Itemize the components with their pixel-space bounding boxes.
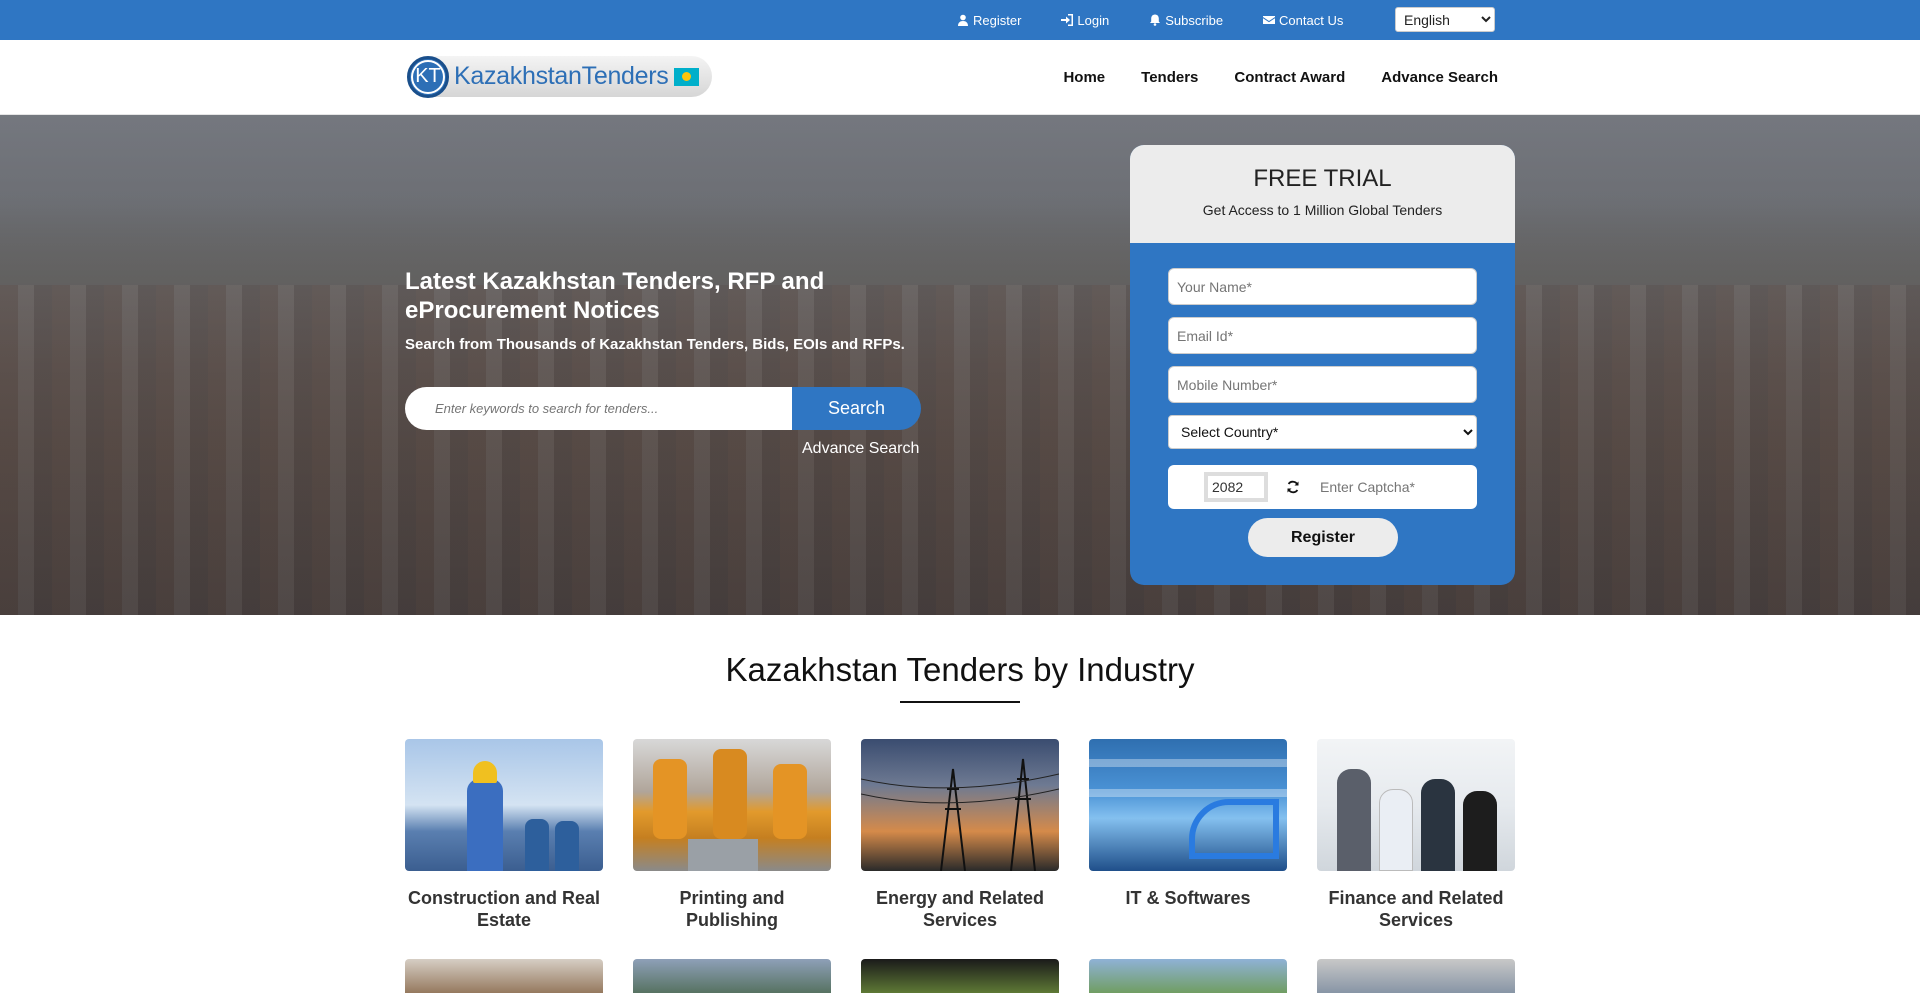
nav-contract-award[interactable]: Contract Award xyxy=(1234,69,1345,86)
top-links: Register Login Subscribe Contact Us xyxy=(957,0,1383,40)
site-logo[interactable]: KT KazakhstanTenders xyxy=(407,55,712,98)
industry-card-row2-3[interactable] xyxy=(861,959,1059,993)
construction-image xyxy=(405,739,603,871)
industry-card-label: Energy and Related Services xyxy=(875,888,1045,930)
bell-icon xyxy=(1150,14,1161,26)
register-button[interactable]: Register xyxy=(1248,518,1398,557)
industry-card-row2-4[interactable] xyxy=(1089,959,1287,993)
tender-search: Search xyxy=(405,387,921,430)
industry-card-row2-2[interactable] xyxy=(633,959,831,993)
industry-card-label: IT & Softwares xyxy=(1125,888,1251,908)
logo-name: KazakhstanTenders xyxy=(454,62,669,90)
robot-arm-shape-3 xyxy=(773,764,807,839)
person-figure xyxy=(1337,769,1371,871)
industry-card-image xyxy=(861,959,1059,993)
robot-arm-shape xyxy=(653,759,687,839)
free-trial-header: FREE TRIAL Get Access to 1 Million Globa… xyxy=(1130,145,1515,243)
advance-search-link[interactable]: Advance Search xyxy=(802,440,919,458)
mobile-field[interactable] xyxy=(1168,366,1477,403)
login-link-label: Login xyxy=(1077,12,1110,28)
user-icon xyxy=(958,14,968,26)
industry-card-image xyxy=(1317,959,1515,993)
hero-background-city xyxy=(0,285,1920,615)
captcha-input[interactable] xyxy=(1320,479,1450,495)
hero-title: Latest Kazakhstan Tenders, RFP and eProc… xyxy=(405,268,825,324)
industry-card-image xyxy=(405,959,603,993)
hero-background-hills xyxy=(0,195,1920,285)
contact-us-link[interactable]: Contact Us xyxy=(1263,13,1343,28)
country-select[interactable]: Select Country* xyxy=(1168,415,1477,449)
captcha-row: 2082 xyxy=(1168,465,1477,509)
worker-figure xyxy=(467,779,503,871)
power-pylons-shape xyxy=(861,758,1059,871)
subscribe-link-label: Subscribe xyxy=(1165,12,1224,28)
industry-card-label: Finance and Related Services xyxy=(1328,888,1504,930)
industry-heading: Kazakhstan Tenders by Industry xyxy=(0,651,1920,689)
captcha-code: 2082 xyxy=(1204,472,1268,502)
industry-card-printing[interactable]: Printing and Publishing xyxy=(633,739,831,931)
login-link[interactable]: Login xyxy=(1061,13,1109,28)
cable-shape xyxy=(1189,799,1279,859)
top-bar: Register Login Subscribe Contact Us Engl… xyxy=(0,0,1920,40)
switch-row xyxy=(1089,759,1287,767)
email-field[interactable] xyxy=(1168,317,1477,354)
refresh-icon[interactable] xyxy=(1286,480,1300,494)
envelope-icon xyxy=(1263,16,1276,24)
name-field[interactable] xyxy=(1168,268,1477,305)
industry-card-energy[interactable]: Energy and Related Services xyxy=(861,739,1059,931)
switch-row-2 xyxy=(1089,789,1287,797)
free-trial-title: FREE TRIAL xyxy=(1253,165,1392,192)
worker-figure-3 xyxy=(555,821,579,871)
worker-figure-2 xyxy=(525,819,549,871)
industry-card-label: Construction and Real Estate xyxy=(407,888,600,930)
contact-us-link-label: Contact Us xyxy=(1279,12,1344,28)
free-trial-subtitle: Get Access to 1 Million Global Tenders xyxy=(1202,202,1443,218)
person-figure-2 xyxy=(1379,789,1413,871)
industry-card-image xyxy=(633,959,831,993)
it-image xyxy=(1089,739,1287,871)
nav-home[interactable]: Home xyxy=(1063,69,1105,86)
industry-card-label: Printing and Publishing xyxy=(679,888,785,930)
search-button[interactable]: Search xyxy=(792,387,921,430)
kazakhstan-flag-icon xyxy=(674,67,700,86)
industry-card-row2-5[interactable] xyxy=(1317,959,1515,993)
person-figure-3 xyxy=(1421,779,1455,871)
industry-card-it[interactable]: IT & Softwares xyxy=(1089,739,1287,909)
site-header: KT KazakhstanTenders xyxy=(0,40,1920,115)
robot-arm-shape-2 xyxy=(713,749,747,839)
language-select[interactable]: English xyxy=(1395,7,1495,32)
hard-hat-shape xyxy=(473,761,497,783)
industry-card-image xyxy=(1089,959,1287,993)
search-input[interactable] xyxy=(405,387,792,430)
industry-card-row2-1[interactable] xyxy=(405,959,603,993)
industry-card-finance[interactable]: Finance and Related Services xyxy=(1317,739,1515,931)
main-nav: Home Tenders Contract Award Advance Sear… xyxy=(1027,40,1498,115)
logo-monogram-text: KT xyxy=(411,59,445,94)
printing-image xyxy=(633,739,831,871)
logo-monogram: KT xyxy=(407,55,449,98)
hero-subtitle: Search from Thousands of Kazakhstan Tend… xyxy=(405,336,905,353)
nav-tenders[interactable]: Tenders xyxy=(1141,69,1198,86)
free-trial-form: FREE TRIAL Get Access to 1 Million Globa… xyxy=(1130,145,1515,585)
heading-underline xyxy=(900,701,1020,703)
nav-advance-search[interactable]: Advance Search xyxy=(1381,69,1498,86)
sign-in-icon xyxy=(1061,14,1074,26)
finance-image xyxy=(1317,739,1515,871)
hero-banner: Latest Kazakhstan Tenders, RFP and eProc… xyxy=(0,115,1920,615)
register-link[interactable]: Register xyxy=(957,13,1021,28)
industry-card-construction[interactable]: Construction and Real Estate xyxy=(405,739,603,931)
person-figure-4 xyxy=(1463,791,1497,871)
conveyor-shape xyxy=(688,839,758,871)
energy-image xyxy=(861,739,1059,871)
industry-heading-part2: by Industry xyxy=(1023,651,1195,688)
industry-heading-part1: Kazakhstan Tenders xyxy=(725,651,1024,688)
register-link-label: Register xyxy=(973,12,1022,28)
subscribe-link[interactable]: Subscribe xyxy=(1149,13,1223,28)
